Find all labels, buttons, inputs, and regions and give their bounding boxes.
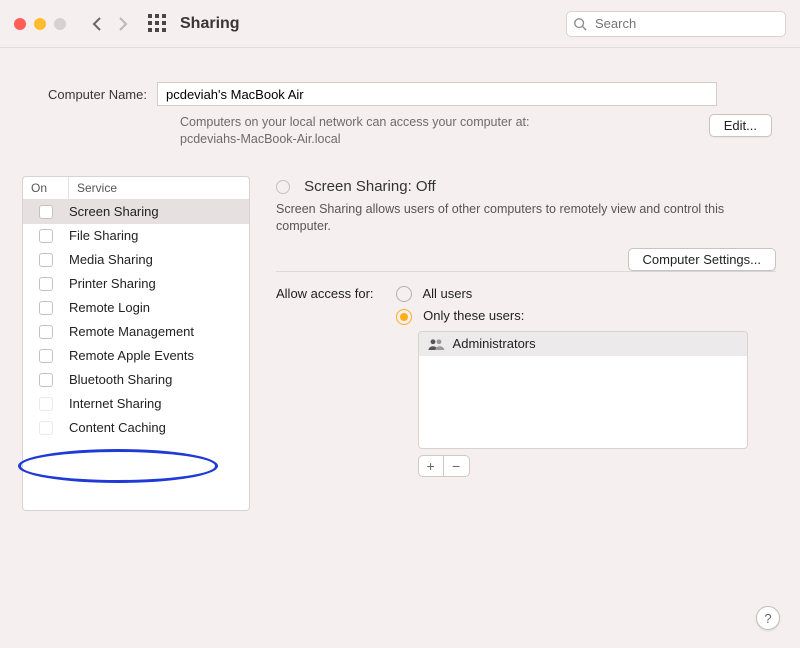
service-checkbox[interactable] bbox=[39, 205, 53, 219]
titlebar: Sharing bbox=[0, 0, 800, 48]
radio-off-icon bbox=[396, 286, 412, 302]
services-list: On Service Screen Sharing File Sharing Med… bbox=[22, 176, 250, 511]
computer-settings-button[interactable]: Computer Settings... bbox=[628, 248, 777, 271]
service-row-printer-sharing[interactable]: Printer Sharing bbox=[23, 272, 249, 296]
service-row-remote-apple-events[interactable]: Remote Apple Events bbox=[23, 344, 249, 368]
service-label: Media Sharing bbox=[69, 252, 249, 267]
service-label: Content Caching bbox=[69, 420, 249, 435]
service-label: Remote Login bbox=[69, 300, 249, 315]
service-row-content-caching[interactable]: Content Caching bbox=[23, 416, 249, 440]
service-row-screen-sharing[interactable]: Screen Sharing bbox=[23, 200, 249, 224]
service-label: File Sharing bbox=[69, 228, 249, 243]
service-checkbox[interactable] bbox=[39, 373, 53, 387]
service-label: Bluetooth Sharing bbox=[69, 372, 249, 387]
allow-access-label: Allow access for: bbox=[276, 286, 374, 301]
service-checkbox[interactable] bbox=[39, 301, 53, 315]
service-checkbox[interactable] bbox=[39, 253, 53, 267]
computer-name-input[interactable] bbox=[157, 82, 717, 106]
traffic-lights bbox=[14, 18, 66, 30]
access-only-these-users[interactable]: Only these users: bbox=[396, 308, 748, 325]
computer-name-label: Computer Name: bbox=[48, 87, 147, 102]
col-service[interactable]: Service bbox=[69, 177, 249, 199]
service-label: Remote Management bbox=[69, 324, 249, 339]
service-checkbox[interactable] bbox=[39, 421, 53, 435]
service-status: Screen Sharing: Off bbox=[276, 178, 776, 195]
service-row-remote-login[interactable]: Remote Login bbox=[23, 296, 249, 320]
show-all-icon[interactable] bbox=[148, 14, 168, 34]
service-row-internet-sharing[interactable]: Internet Sharing bbox=[23, 392, 249, 416]
service-label: Internet Sharing bbox=[69, 396, 249, 411]
minimize-window-icon[interactable] bbox=[34, 18, 46, 30]
help-button[interactable]: ? bbox=[756, 606, 780, 630]
service-row-remote-management[interactable]: Remote Management bbox=[23, 320, 249, 344]
add-user-button[interactable]: + bbox=[418, 455, 444, 477]
search-icon bbox=[573, 17, 587, 31]
back-button[interactable] bbox=[84, 11, 110, 37]
service-row-bluetooth-sharing[interactable]: Bluetooth Sharing bbox=[23, 368, 249, 392]
service-checkbox[interactable] bbox=[39, 229, 53, 243]
service-checkbox[interactable] bbox=[39, 349, 53, 363]
window-title: Sharing bbox=[180, 15, 240, 33]
service-checkbox[interactable] bbox=[39, 325, 53, 339]
remove-user-button[interactable]: − bbox=[444, 455, 470, 477]
service-label: Screen Sharing bbox=[69, 204, 249, 219]
edit-button[interactable]: Edit... bbox=[709, 114, 772, 137]
zoom-window-icon bbox=[54, 18, 66, 30]
service-description: Screen Sharing allows users of other com… bbox=[276, 201, 736, 236]
service-row-file-sharing[interactable]: File Sharing bbox=[23, 224, 249, 248]
close-window-icon[interactable] bbox=[14, 18, 26, 30]
services-header: On Service bbox=[23, 177, 249, 200]
computer-name-note: Computers on your local network can acce… bbox=[180, 114, 529, 148]
service-checkbox[interactable] bbox=[39, 397, 53, 411]
service-row-media-sharing[interactable]: Media Sharing bbox=[23, 248, 249, 272]
radio-on-icon bbox=[396, 309, 412, 325]
users-list[interactable]: Administrators bbox=[418, 331, 748, 449]
access-all-users[interactable]: All users bbox=[396, 286, 748, 303]
users-icon bbox=[427, 337, 445, 351]
search-field[interactable] bbox=[566, 11, 786, 37]
service-detail: Screen Sharing: Off Screen Sharing allow… bbox=[276, 176, 776, 511]
add-remove-users: + − bbox=[418, 455, 748, 477]
status-indicator-icon bbox=[276, 180, 290, 194]
forward-button[interactable] bbox=[110, 11, 136, 37]
user-row[interactable]: Administrators bbox=[419, 332, 747, 356]
service-label: Remote Apple Events bbox=[69, 348, 249, 363]
search-input[interactable] bbox=[593, 15, 779, 32]
service-label: Printer Sharing bbox=[69, 276, 249, 291]
service-checkbox[interactable] bbox=[39, 277, 53, 291]
col-on[interactable]: On bbox=[23, 177, 69, 199]
